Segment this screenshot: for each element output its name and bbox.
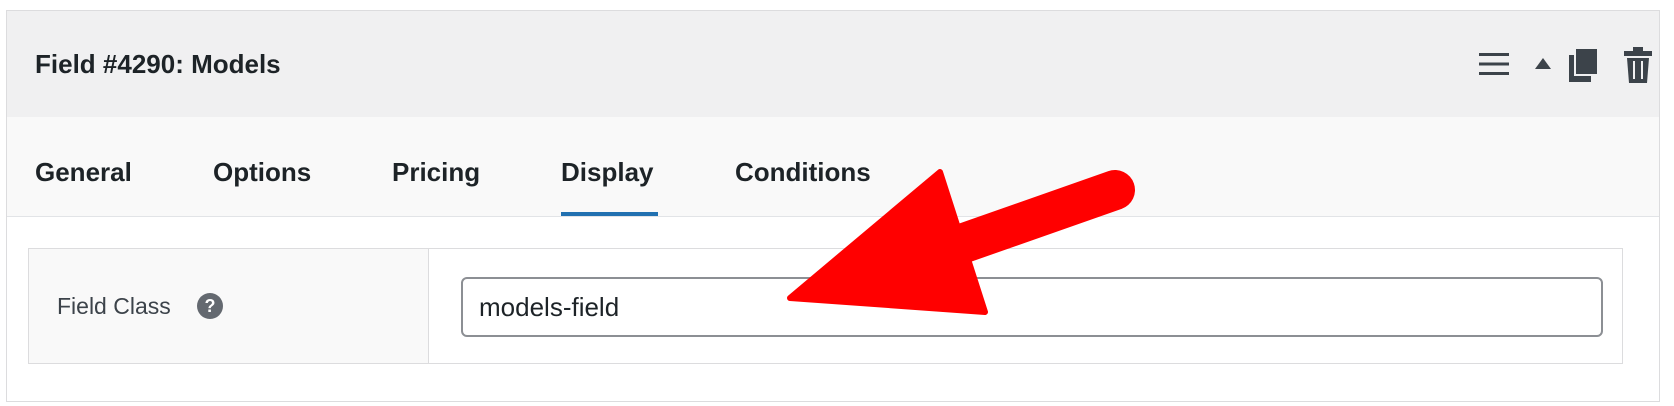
field-class-input[interactable] [461,277,1603,337]
panel-header: Field #4290: Models [7,11,1659,117]
active-tab-indicator [561,212,658,216]
tab-bar: General Options Pricing Display Conditio… [7,117,1659,217]
field-class-label: Field Class [57,293,171,319]
svg-text:?: ? [205,296,216,316]
hamburger-menu-icon[interactable] [1479,53,1509,75]
question-circle-icon[interactable]: ? [197,293,223,319]
triangle-up-icon[interactable] [1533,54,1553,74]
copy-icon[interactable] [1569,48,1599,82]
panel-title: Field #4290: Models [35,49,281,79]
tab-display[interactable]: Display [561,157,654,187]
tab-conditions[interactable]: Conditions [735,157,871,187]
tab-general[interactable]: General [35,157,132,187]
trash-icon[interactable] [1624,47,1652,83]
tab-options[interactable]: Options [213,157,311,187]
tab-pricing[interactable]: Pricing [392,157,480,187]
field-class-row: Field Class ? [28,248,1623,364]
header-actions [1419,11,1659,117]
field-label-cell: Field Class ? [29,249,429,363]
